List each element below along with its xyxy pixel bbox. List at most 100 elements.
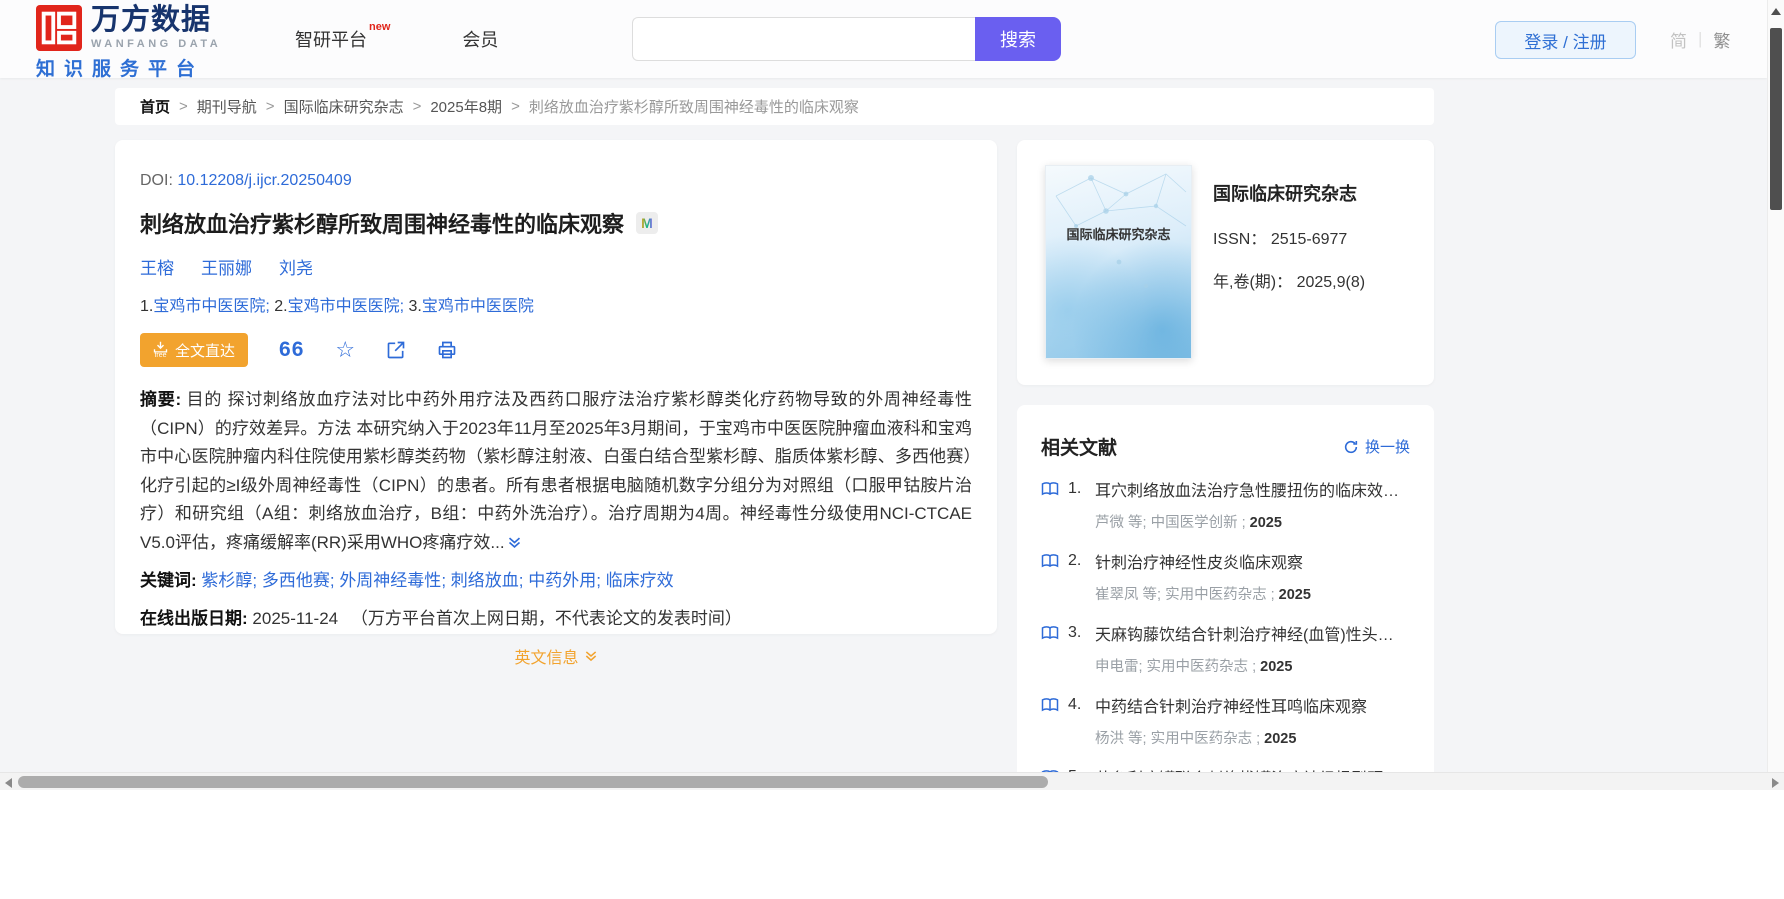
pubdate-value: 2025-11-24 xyxy=(252,609,339,628)
volume-value: 2025,9(8) xyxy=(1296,274,1366,291)
affiliation-number: 1. xyxy=(140,298,154,315)
brand-tagline: 知识服务平台 xyxy=(36,59,205,80)
issn-value: 2515-6977 xyxy=(1270,231,1348,248)
affiliation-number: 2. xyxy=(274,298,288,315)
refresh-icon xyxy=(1344,440,1358,453)
logo[interactable]: 万方数据 WANFANG DATA 知识服务平台 xyxy=(36,4,222,81)
keywords-row: 关键词: 紫杉醇; 多西他赛; 外周神经毒性; 刺络放血; 中药外用; 临床疗效 xyxy=(140,566,972,591)
nav-item-zhiyan[interactable]: 智研平台new xyxy=(295,21,390,52)
pubdate-note: （万方平台首次上网日期，不代表论文的发表时间） xyxy=(350,609,742,628)
author-link[interactable]: 王榕 xyxy=(140,259,174,278)
breadcrumb-item[interactable]: 2025年8期 xyxy=(430,96,502,117)
expand-abstract-icon[interactable] xyxy=(507,535,522,550)
keyword-link[interactable]: 临床疗效 xyxy=(606,571,674,590)
related-item-year: 2025 xyxy=(1249,515,1282,531)
book-icon xyxy=(1041,482,1059,496)
authors-row: 王榕 王丽娜 刘尧 xyxy=(140,254,972,279)
brand-name-en: WANFANG DATA xyxy=(91,37,222,50)
scroll-up-arrow[interactable] xyxy=(1771,8,1781,15)
related-item-year: 2025 xyxy=(1278,587,1311,603)
english-info-link[interactable]: 英文信息 xyxy=(514,644,597,668)
refresh-related-button[interactable]: 换一换 xyxy=(1343,436,1410,457)
affiliation-number: 3. xyxy=(408,298,422,315)
lang-simplified[interactable]: 简 xyxy=(1670,27,1687,52)
related-item-year: 2025 xyxy=(1260,659,1293,675)
scroll-right-arrow[interactable] xyxy=(1772,777,1779,788)
related-item[interactable]: 4. 中药结合针刺治疗神经性耳鸣临床观察杨洪 等; 实用中医药杂志 ; 2025 xyxy=(1041,693,1410,748)
affiliation-link[interactable]: 宝鸡市中医医院 xyxy=(288,298,400,315)
volume-label: 年,卷(期)： xyxy=(1213,274,1293,291)
keyword-link[interactable]: 紫杉醇 xyxy=(201,571,252,590)
journal-name[interactable]: 国际临床研究杂志 xyxy=(1213,180,1365,206)
keyword-link[interactable]: 中药外用 xyxy=(528,571,596,590)
horizontal-scroll-thumb[interactable] xyxy=(18,776,1048,788)
share-icon[interactable] xyxy=(386,340,406,360)
nav-item-member[interactable]: 会员 xyxy=(462,26,498,52)
search-bar: 搜索 xyxy=(632,17,1061,61)
related-item-number: 4. xyxy=(1068,696,1082,713)
article-title: 刺络放血治疗紫杉醇所致周围神经毒性的临床观察 xyxy=(140,212,625,237)
related-item[interactable]: 2. 针刺治疗神经性皮炎临床观察 崔翠凤 等; 实用中医药杂志 ; 2025 xyxy=(1041,549,1410,604)
breadcrumb-item[interactable]: 国际临床研究杂志 xyxy=(284,96,404,117)
related-item-title[interactable]: 中药结合针刺治疗神经性耳鸣临床观察 xyxy=(1095,693,1367,717)
related-item[interactable]: 3. 天麻钩藤饮结合针刺治疗神经(血管)性头痛... 申电雷; 实用中医药杂志 ; … xyxy=(1041,621,1410,676)
related-item-number: 2. xyxy=(1068,552,1082,569)
metrics-badge[interactable]: M xyxy=(636,212,659,234)
related-item-title[interactable]: 天麻钩藤饮结合针刺治疗神经(血管)性头痛... xyxy=(1095,621,1401,645)
search-input[interactable] xyxy=(632,17,975,61)
author-link[interactable]: 王丽娜 xyxy=(201,259,252,278)
lang-traditional[interactable]: 繁 xyxy=(1713,27,1730,52)
related-item-year: 2025 xyxy=(1264,731,1297,747)
favorite-star-icon[interactable]: ☆ xyxy=(335,339,355,361)
keyword-separator: ; xyxy=(252,571,262,590)
journal-cover[interactable]: 国际临床研究杂志 xyxy=(1045,165,1192,359)
cite-icon[interactable]: 66 xyxy=(279,338,304,362)
related-item-source: 杨洪 等; 实用中医药杂志 ; xyxy=(1095,731,1265,747)
breadcrumb-item[interactable]: 期刊导航 xyxy=(197,96,257,117)
search-button[interactable]: 搜索 xyxy=(975,17,1061,61)
keyword-separator: ; xyxy=(441,571,451,590)
related-item-number: 1. xyxy=(1068,480,1082,497)
fulltext-button[interactable]: free 全文直达 xyxy=(140,333,249,367)
related-item-main: 1. 耳穴刺络放血法治疗急性腰扭伤的临床效果... xyxy=(1041,477,1410,501)
login-register-button[interactable]: 登录 / 注册 xyxy=(1495,21,1636,59)
related-item[interactable]: 1. 耳穴刺络放血法治疗急性腰扭伤的临床效果... 芦微 等; 中国医学创新 ; 2… xyxy=(1041,477,1410,532)
journal-issn-row: ISSN： 2515-6977 xyxy=(1213,225,1365,249)
book-icon xyxy=(1041,554,1059,568)
new-badge: new xyxy=(369,21,391,33)
journal-volume-row: 年,卷(期)： 2025,9(8) xyxy=(1213,268,1365,292)
keyword-link[interactable]: 多西他赛 xyxy=(262,571,330,590)
breadcrumb-separator: > xyxy=(179,98,188,115)
print-icon[interactable] xyxy=(437,340,457,360)
related-title: 相关文献 xyxy=(1041,438,1118,459)
related-item-title[interactable]: 耳穴刺络放血法治疗急性腰扭伤的临床效果... xyxy=(1095,477,1401,501)
vertical-scrollbar[interactable] xyxy=(1767,0,1784,772)
affiliation-separator: ; xyxy=(265,298,275,315)
lang-divider: | xyxy=(1698,29,1703,48)
affiliation-link[interactable]: 宝鸡市中医医院 xyxy=(153,298,265,315)
breadcrumb-item[interactable]: 首页 xyxy=(140,96,170,117)
doi-link[interactable]: 10.12208/j.ijcr.20250409 xyxy=(177,172,351,189)
related-item-number: 3. xyxy=(1068,624,1082,641)
vertical-scroll-thumb[interactable] xyxy=(1770,28,1782,210)
scroll-left-arrow[interactable] xyxy=(5,777,12,788)
article-actions: free 全文直达 66 ☆ xyxy=(140,333,972,367)
wanfang-logo-icon xyxy=(36,5,82,51)
keyword-link[interactable]: 外周神经毒性 xyxy=(339,571,441,590)
keyword-separator: ; xyxy=(596,571,606,590)
related-item-title[interactable]: 针刺治疗神经性皮炎临床观察 xyxy=(1095,549,1303,573)
breadcrumb: 首页 > 期刊导航 > 国际临床研究杂志 >2025年8期 > 刺络放血治疗紫杉醇所致周围神经… xyxy=(115,88,1434,125)
pubdate-label: 在线出版日期: xyxy=(140,609,248,628)
book-icon xyxy=(1041,698,1059,712)
affiliation-link[interactable]: 宝鸡市中医医院 xyxy=(422,298,534,315)
abstract-text: 目的 探讨刺络放血疗法对比中药外用疗法及西药口服疗法治疗紫杉醇类化疗药物导致的外… xyxy=(140,390,972,552)
main-nav: 智研平台new 会员 xyxy=(295,0,498,78)
page: 万方数据 WANFANG DATA 知识服务平台 智研平台new 会员 搜索 登… xyxy=(0,0,1784,899)
keyword-link[interactable]: 刺络放血 xyxy=(451,571,519,590)
related-item-main: 2. 针刺治疗神经性皮炎临床观察 xyxy=(1041,549,1410,573)
affiliations-row: 1.宝鸡市中医医院; 2.宝鸡市中医医院; 3.宝鸡市中医医院 xyxy=(140,292,972,316)
bottom-blank-area xyxy=(0,790,1784,899)
horizontal-scrollbar[interactable] xyxy=(0,772,1784,790)
keyword-separator: ; xyxy=(329,571,340,590)
author-link[interactable]: 刘尧 xyxy=(279,259,313,278)
